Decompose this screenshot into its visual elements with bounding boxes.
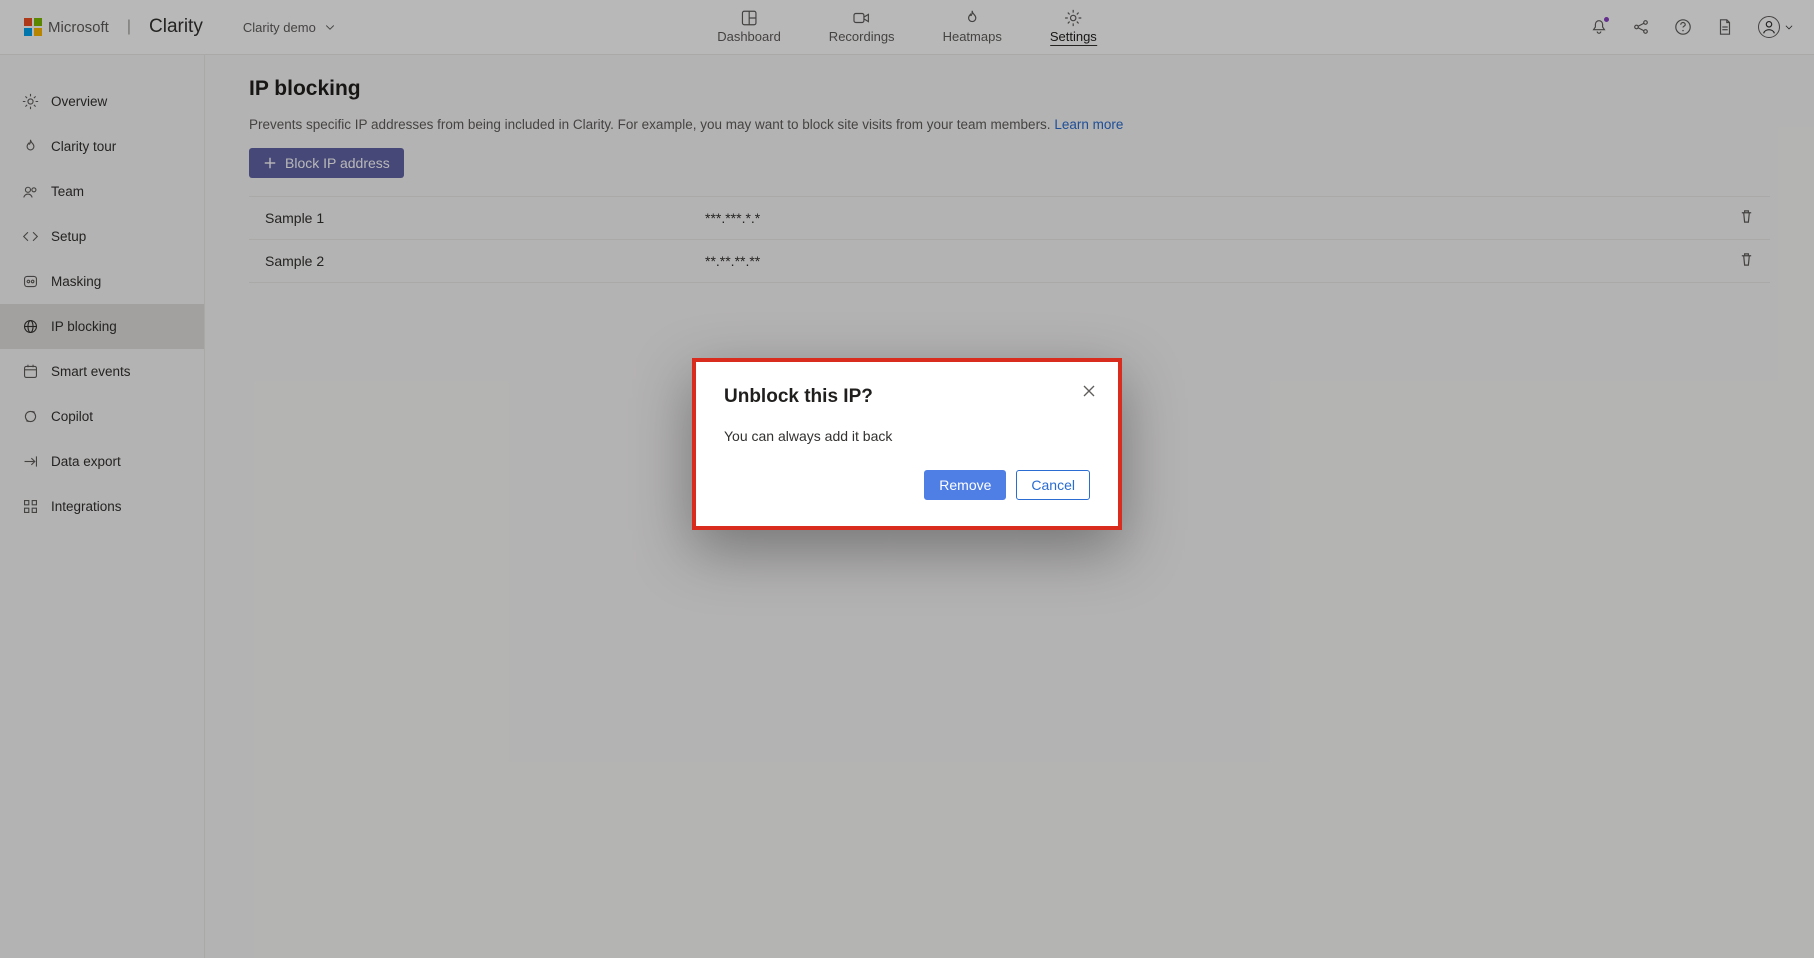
dialog-body: You can always add it back	[724, 428, 1090, 444]
dialog-close-button[interactable]	[1082, 384, 1096, 403]
unblock-dialog: Unblock this IP? You can always add it b…	[700, 366, 1114, 522]
close-icon	[1082, 384, 1096, 398]
dialog-title: Unblock this IP?	[724, 386, 1090, 408]
remove-button[interactable]: Remove	[924, 470, 1006, 500]
dialog-footer: Remove Cancel	[724, 470, 1090, 500]
cancel-button[interactable]: Cancel	[1016, 470, 1090, 500]
dialog-highlight: Unblock this IP? You can always add it b…	[692, 358, 1122, 530]
modal-overlay[interactable]: Unblock this IP? You can always add it b…	[0, 0, 1814, 958]
